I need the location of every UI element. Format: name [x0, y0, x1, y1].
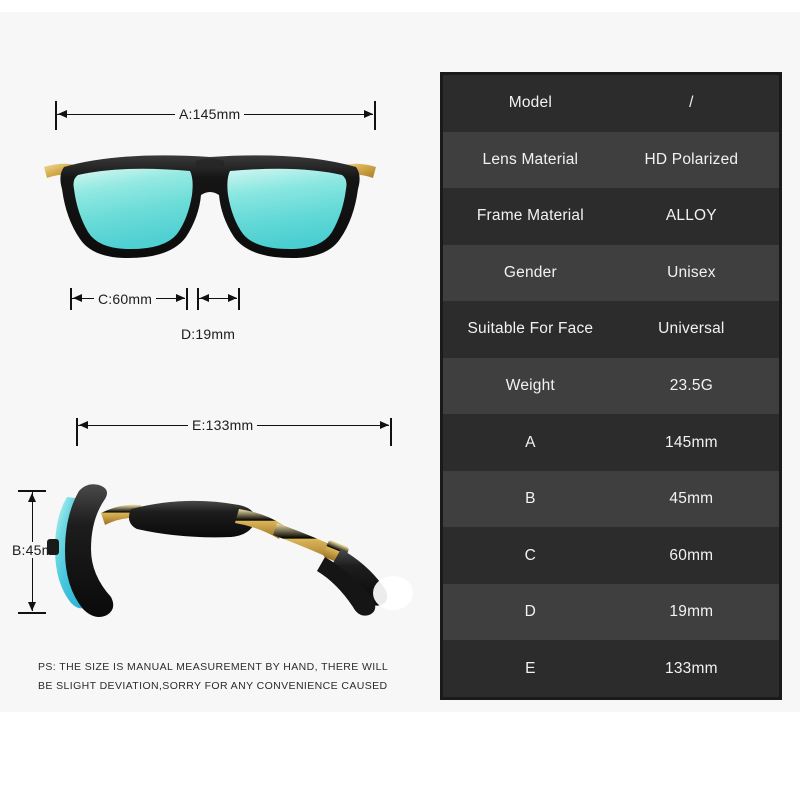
- sunglasses-front-view: [40, 145, 380, 270]
- dimension-e-arrow-right: [380, 421, 389, 429]
- table-row: Suitable For Face Universal: [443, 301, 779, 358]
- dimension-d-label: D:19mm: [177, 326, 240, 342]
- spec-value: 23.5G: [669, 377, 713, 394]
- spec-value: ALLOY: [665, 207, 717, 225]
- spec-value: 60mm: [669, 546, 714, 564]
- bottom-margin-strip: [0, 712, 800, 800]
- table-row: D 19mm: [443, 583, 779, 641]
- table-row: Model /: [443, 75, 779, 132]
- spec-key: Gender: [503, 263, 557, 281]
- spec-key: D: [524, 603, 537, 621]
- note-line-2: BE SLIGHT DEVIATION,SORRY FOR ANY CONVEN…: [38, 680, 388, 692]
- diagram-panel: A:145mm C:60mm D:19mm E:133mm B:45mm PS:…: [0, 0, 430, 800]
- spec-value: 19mm: [669, 603, 714, 621]
- table-row: A 145mm: [443, 414, 779, 471]
- spec-value: /: [689, 94, 694, 112]
- glare-highlight: [373, 576, 413, 610]
- spec-key: A: [525, 433, 536, 451]
- dimension-e-tick-left: [76, 418, 78, 446]
- spec-key: Model: [508, 94, 552, 112]
- spec-key: Lens Material: [482, 150, 579, 168]
- sunglasses-side-view: [25, 465, 415, 630]
- dimension-d-arrow-right: [228, 294, 237, 302]
- dimension-a-label: A:145mm: [175, 106, 245, 122]
- spec-key: Weight: [505, 377, 555, 394]
- product-spec-image: A:145mm C:60mm D:19mm E:133mm B:45mm PS:…: [0, 0, 800, 800]
- note-line-1: PS: THE SIZE IS MANUAL MEASUREMENT BY HA…: [38, 661, 389, 673]
- table-row: Frame Material ALLOY: [443, 188, 779, 245]
- spec-value: HD Polarized: [644, 150, 739, 168]
- measurement-disclaimer-note: PS: THE SIZE IS MANUAL MEASUREMENT BY HA…: [38, 658, 408, 696]
- dimension-a-tick-left: [55, 101, 57, 130]
- dimension-e-arrow-left: [79, 421, 88, 429]
- dimension-c-label: C:60mm: [94, 291, 157, 307]
- spec-value: 145mm: [665, 433, 718, 451]
- table-row: Weight 23.5G: [443, 357, 779, 415]
- dimension-e-label: E:133mm: [188, 417, 258, 433]
- dimension-c-arrow-left: [73, 294, 82, 302]
- dimension-c-tick-left: [70, 288, 72, 310]
- spec-value: 45mm: [669, 490, 714, 508]
- spec-value: Universal: [658, 320, 725, 338]
- table-row: B 45mm: [443, 470, 779, 528]
- dimension-c-tick-right: [186, 288, 188, 310]
- table-row: Lens Material HD Polarized: [443, 131, 779, 189]
- dimension-c-arrow-right: [176, 294, 185, 302]
- table-row: E 133mm: [443, 640, 779, 698]
- spec-value: Unisex: [667, 263, 716, 281]
- dimension-a-arrow-left: [58, 110, 67, 118]
- dimension-d-tick-right: [238, 288, 240, 310]
- spec-key: Suitable For Face: [467, 320, 594, 338]
- specification-table: Model / Lens Material HD Polarized Frame…: [440, 72, 782, 700]
- table-row: Gender Unisex: [443, 244, 779, 302]
- spec-key: B: [525, 490, 536, 508]
- nose-pad: [47, 539, 59, 555]
- spec-value: 133mm: [665, 659, 718, 677]
- dimension-d-tick-left: [197, 288, 199, 310]
- dimension-e-tick-right: [390, 418, 392, 446]
- spec-key: C: [524, 546, 537, 564]
- spec-key: E: [525, 659, 536, 677]
- dimension-a-arrow-right: [364, 110, 373, 118]
- dimension-a-tick-right: [374, 101, 376, 130]
- dimension-d-arrow-left: [200, 294, 209, 302]
- spec-key: Frame Material: [476, 207, 584, 225]
- table-row: C 60mm: [443, 527, 779, 584]
